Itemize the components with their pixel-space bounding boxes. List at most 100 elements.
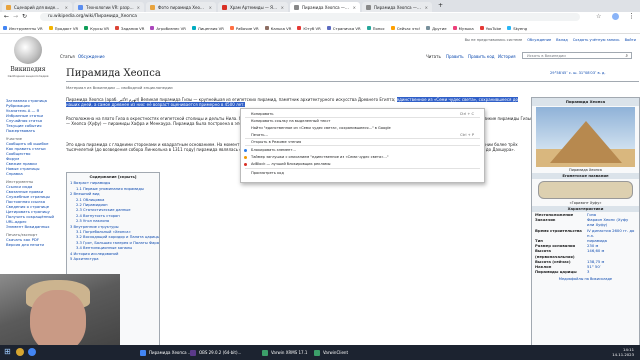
infobox-value: 146,60 м bbox=[587, 248, 605, 254]
bookmark-item[interactable]: Агробизнес VR bbox=[150, 26, 186, 31]
context-menu-item[interactable]: Просмотреть код bbox=[251, 171, 284, 176]
browser-tab[interactable]: Фото пирамида Хеопса × bbox=[146, 2, 216, 12]
bookmark-icon bbox=[48, 26, 53, 30]
close-icon[interactable]: × bbox=[62, 5, 68, 10]
bookmark-item[interactable]: Лицензия VR bbox=[191, 26, 224, 31]
bookmark-item[interactable]: Продакт VR bbox=[48, 26, 78, 31]
taskbar-item[interactable]: Varwin XRMS 17.1 bbox=[262, 348, 307, 357]
title-divider bbox=[66, 81, 639, 82]
context-menu-item[interactable]: Копировать ссылку на выделенный текст bbox=[251, 119, 331, 124]
pyramid-photo[interactable] bbox=[536, 107, 635, 167]
personal-link[interactable]: Создать учётную запись bbox=[573, 38, 620, 42]
taskbar-app-icon bbox=[314, 349, 320, 356]
bookmark-item[interactable]: Рабочие VR bbox=[229, 26, 259, 31]
commons-link[interactable]: Медиафайлы на Викискладе bbox=[532, 277, 639, 281]
bookmark-icon bbox=[115, 26, 120, 30]
files-icon[interactable] bbox=[16, 348, 24, 356]
toc-list: 1 Возраст пирамиды 1.1 Первые упоминания … bbox=[70, 181, 159, 262]
reload-icon[interactable]: ↻ bbox=[22, 13, 27, 20]
toc-item[interactable]: 5 Архитектура bbox=[70, 257, 156, 262]
infobox-key: Время строительства bbox=[535, 227, 582, 233]
personal-link[interactable]: Войти bbox=[625, 38, 636, 42]
wikipedia-logo[interactable]: Википедия Свободная энциклопедия bbox=[6, 36, 50, 92]
tab-read[interactable]: Читать bbox=[426, 54, 441, 59]
bookmark-item[interactable]: Сейчас это! bbox=[390, 26, 420, 31]
bookmark-item[interactable]: Калька VR bbox=[264, 26, 291, 31]
sidebar-item[interactable]: Версия для печати bbox=[6, 242, 56, 247]
profile-avatar[interactable] bbox=[612, 13, 619, 20]
bookmark-icon bbox=[264, 26, 269, 30]
browser-tab[interactable]: Пирамида Хеопса — Би × bbox=[362, 2, 432, 12]
coordinates[interactable]: 29°58′45″ с. ш. 31°08′03″ в. д. bbox=[550, 71, 606, 75]
infobox-rows: Местоположение Гиза Заказчик Фараон Хеопс (… bbox=[532, 212, 639, 274]
menu-icon[interactable]: ⋮ bbox=[628, 12, 635, 20]
browser-tab[interactable]: Пирамида Хеопса — Википедия× bbox=[290, 2, 360, 12]
bookmark-icon bbox=[3, 26, 7, 30]
menu-separator bbox=[245, 117, 480, 118]
close-icon[interactable]: × bbox=[350, 5, 356, 10]
personal-link[interactable]: Обсуждение bbox=[527, 38, 551, 42]
lead-paragraph: Пирамида Хеопса (араб. الهرم الأكبر) Вел… bbox=[66, 97, 531, 107]
bookmark-item[interactable]: Понос bbox=[366, 26, 385, 31]
bookmark-item[interactable]: YouTube bbox=[479, 26, 501, 31]
search-icon[interactable]: ⌕ bbox=[625, 53, 628, 59]
search-input[interactable]: Искать в Википедии bbox=[527, 54, 566, 58]
back-icon[interactable]: ← bbox=[4, 13, 9, 20]
sidebar-item[interactable]: Пожертвовать bbox=[6, 128, 56, 133]
infobox-row: Высота (первоначальная) 146,60 м bbox=[532, 248, 639, 258]
person-face bbox=[30, 290, 86, 352]
bookmark-item[interactable]: Другие bbox=[426, 26, 447, 31]
sidebar-item[interactable]: Получить сокращённый URL-адрес bbox=[6, 214, 56, 224]
close-icon[interactable]: × bbox=[134, 5, 140, 10]
context-menu-item[interactable]: AdBlock — лучший блокировщик рекламы bbox=[251, 162, 330, 167]
tab-article[interactable]: Статья bbox=[60, 54, 75, 59]
clock: 14:11 14.11.2023 bbox=[612, 347, 634, 357]
star-icon[interactable]: ☆ bbox=[596, 13, 601, 20]
browser-tab[interactable]: Сценарий для видеокопилки× bbox=[2, 2, 72, 12]
personal-link[interactable]: Вы не представились системе bbox=[465, 38, 523, 42]
chrome-icon[interactable] bbox=[28, 348, 36, 356]
bookmark-item[interactable]: Курсы VR bbox=[84, 26, 109, 31]
close-icon[interactable]: × bbox=[278, 5, 284, 10]
infobox-value: 3 bbox=[587, 269, 590, 275]
taskbar-item[interactable]: VarwinClient bbox=[314, 348, 348, 357]
sidebar-item[interactable]: Справка bbox=[6, 171, 56, 176]
tab-edit[interactable]: Править bbox=[446, 54, 464, 59]
start-icon[interactable]: ⊞ bbox=[4, 347, 11, 356]
personal-link[interactable]: Вклад bbox=[556, 38, 568, 42]
bookmark-item[interactable]: Музыка bbox=[452, 26, 474, 31]
sidebar-item[interactable]: Элемент Викиданных bbox=[6, 224, 56, 229]
tab-label: Сценарий для видеокопилки bbox=[14, 4, 62, 10]
new-tab-icon[interactable]: + bbox=[438, 2, 443, 9]
taskbar-item-label: VarwinClient bbox=[323, 350, 349, 355]
context-menu-item[interactable]: Таймер заглушки с описанием "единственно… bbox=[251, 155, 389, 160]
bookmark-item[interactable]: Задания VR bbox=[115, 26, 144, 31]
forward-icon[interactable]: → bbox=[13, 13, 18, 20]
close-icon[interactable]: × bbox=[422, 5, 428, 10]
browser-tab[interactable]: Храм Артемиды — Яндекс.на× bbox=[218, 2, 288, 12]
tab-edit-source[interactable]: Править код bbox=[468, 54, 495, 59]
taskbar-item[interactable]: Пирамида Хеопса ... bbox=[140, 348, 192, 357]
bookmark-item[interactable]: Skyeng bbox=[507, 26, 527, 31]
bookmark-item[interactable]: Ютуб VR bbox=[297, 26, 321, 31]
bookmark-label: Агробизнес VR bbox=[156, 25, 186, 31]
tab-history[interactable]: История bbox=[498, 54, 516, 59]
context-menu-item[interactable]: Блокировать элемент... bbox=[251, 148, 296, 153]
bookmark-icon bbox=[150, 26, 155, 30]
browser-tab[interactable]: Технологии VR: разработка очк× bbox=[74, 2, 144, 12]
tab-talk[interactable]: Обсуждение bbox=[78, 54, 105, 59]
taskbar-item[interactable]: OBS 29.0.2 (64-bit)... bbox=[190, 348, 241, 357]
bookmark-label: Инструменты VR bbox=[9, 25, 43, 31]
logo-name: Википедия bbox=[10, 66, 46, 73]
tab-label: Фото пирамида Хеопса bbox=[158, 4, 206, 10]
bookmarks-bar: Инструменты VR Продакт VR Курсы VR Задания … bbox=[0, 23, 640, 34]
bookmark-item[interactable]: Инструменты VR bbox=[3, 26, 43, 31]
address-input[interactable]: ru.wikipedia.org/wiki/Пирамида_Хеопса bbox=[40, 13, 580, 21]
page-tabs: Статья Обсуждение Читать Править Править… bbox=[60, 52, 640, 61]
bookmark-item[interactable]: Страничка VR bbox=[326, 26, 361, 31]
context-menu-item[interactable]: Найти "единственное из «Семи чудес света… bbox=[251, 126, 391, 131]
taskbar-app-icon bbox=[140, 349, 146, 356]
close-icon[interactable]: × bbox=[206, 5, 212, 10]
bookmark-icon bbox=[479, 26, 484, 30]
search-box[interactable]: Искать в Википедии ⌕ bbox=[522, 52, 632, 59]
